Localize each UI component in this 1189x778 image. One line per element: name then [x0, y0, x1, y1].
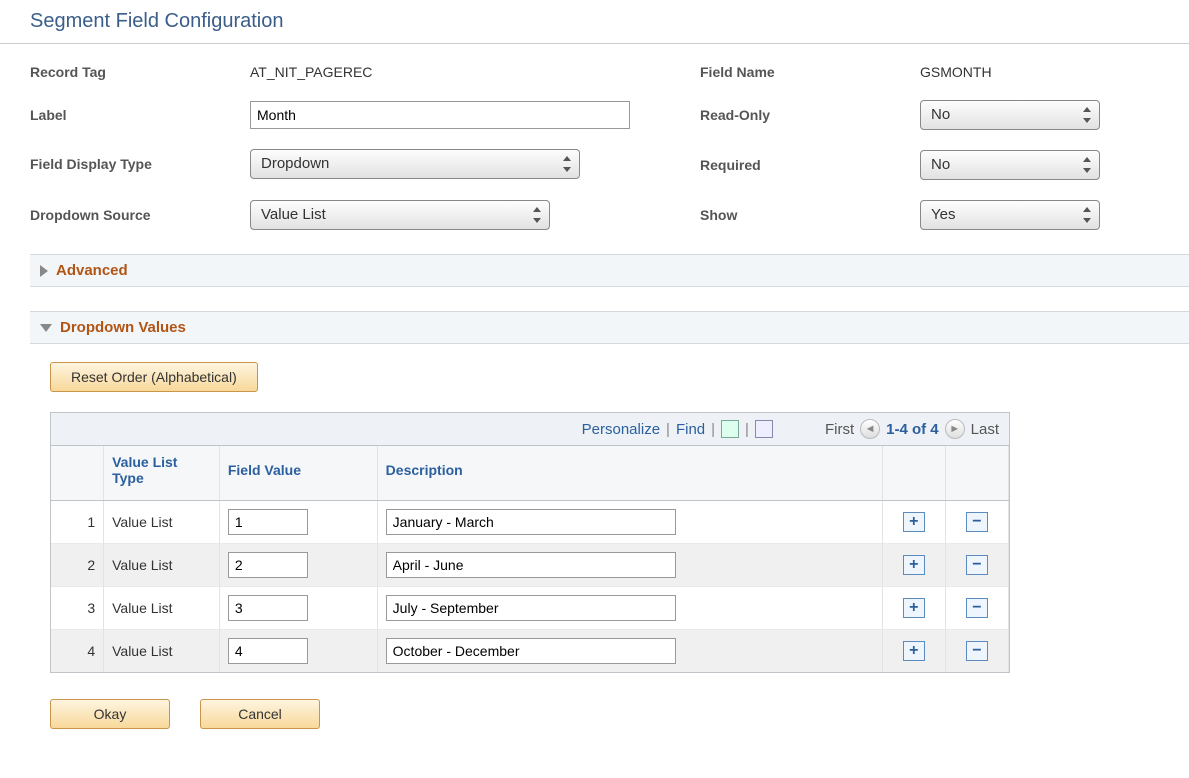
dropdown-source-label: Dropdown Source	[30, 207, 250, 223]
row-number: 2	[51, 544, 104, 587]
field-value-input[interactable]	[228, 509, 308, 535]
read-only-label: Read-Only	[700, 107, 920, 123]
col-number	[51, 446, 104, 501]
remove-row-button[interactable]: −	[966, 555, 988, 575]
description-input[interactable]	[386, 552, 676, 578]
read-only-select[interactable]: No	[920, 100, 1100, 130]
description-input[interactable]	[386, 509, 676, 535]
record-tag-value: AT_NIT_PAGEREC	[250, 64, 640, 80]
col-add	[882, 446, 945, 501]
cancel-button[interactable]: Cancel	[200, 699, 320, 729]
show-select[interactable]: Yes	[920, 200, 1100, 230]
col-remove	[945, 446, 1008, 501]
required-label: Required	[700, 157, 920, 173]
range-text: 1-4 of 4	[886, 421, 939, 438]
remove-row-button[interactable]: −	[966, 641, 988, 661]
col-field-value[interactable]: Field Value	[219, 446, 377, 501]
field-display-type-select[interactable]: Dropdown	[250, 149, 580, 179]
field-name-value: GSMONTH	[920, 64, 1120, 80]
dropdown-values-section-header[interactable]: Dropdown Values	[30, 311, 1189, 344]
add-row-button[interactable]: +	[903, 512, 925, 532]
advanced-section-label: Advanced	[56, 262, 128, 279]
row-value-list-type: Value List	[104, 544, 220, 587]
required-select[interactable]: No	[920, 150, 1100, 180]
col-description[interactable]: Description	[377, 446, 882, 501]
record-tag-label: Record Tag	[30, 64, 250, 80]
dropdown-values-grid: Personalize | Find | | First ◄ 1-4 of 4 …	[50, 412, 1010, 673]
add-row-button[interactable]: +	[903, 598, 925, 618]
last-link[interactable]: Last	[971, 421, 999, 438]
field-display-type-label: Field Display Type	[30, 156, 250, 172]
download-icon[interactable]	[755, 420, 773, 438]
show-label: Show	[700, 207, 920, 223]
row-value-list-type: Value List	[104, 587, 220, 630]
prev-icon[interactable]: ◄	[860, 419, 880, 439]
row-value-list-type: Value List	[104, 501, 220, 544]
page-title: Segment Field Configuration	[0, 0, 1189, 44]
add-row-button[interactable]: +	[903, 555, 925, 575]
field-name-label: Field Name	[700, 64, 920, 80]
next-icon[interactable]: ►	[945, 419, 965, 439]
table-row: 2Value List + −	[51, 544, 1009, 587]
col-value-list-type[interactable]: Value List Type	[104, 446, 220, 501]
remove-row-button[interactable]: −	[966, 598, 988, 618]
personalize-link[interactable]: Personalize	[582, 421, 660, 438]
field-value-input[interactable]	[228, 595, 308, 621]
field-value-input[interactable]	[228, 552, 308, 578]
row-number: 3	[51, 587, 104, 630]
row-number: 1	[51, 501, 104, 544]
collapse-icon	[40, 324, 52, 332]
label-input[interactable]	[250, 101, 630, 129]
table-row: 4Value List + −	[51, 630, 1009, 673]
advanced-section-header[interactable]: Advanced	[30, 254, 1189, 287]
add-row-button[interactable]: +	[903, 641, 925, 661]
description-input[interactable]	[386, 638, 676, 664]
label-label: Label	[30, 107, 250, 123]
reset-order-button[interactable]: Reset Order (Alphabetical)	[50, 362, 258, 392]
expand-icon	[40, 265, 48, 277]
table-row: 3Value List + −	[51, 587, 1009, 630]
row-number: 4	[51, 630, 104, 673]
zoom-icon[interactable]	[721, 420, 739, 438]
dropdown-source-select[interactable]: Value List	[250, 200, 550, 230]
find-link[interactable]: Find	[676, 421, 705, 438]
dropdown-values-section-label: Dropdown Values	[60, 319, 186, 336]
field-value-input[interactable]	[228, 638, 308, 664]
okay-button[interactable]: Okay	[50, 699, 170, 729]
description-input[interactable]	[386, 595, 676, 621]
row-value-list-type: Value List	[104, 630, 220, 673]
first-link[interactable]: First	[825, 421, 854, 438]
remove-row-button[interactable]: −	[966, 512, 988, 532]
table-row: 1Value List + −	[51, 501, 1009, 544]
